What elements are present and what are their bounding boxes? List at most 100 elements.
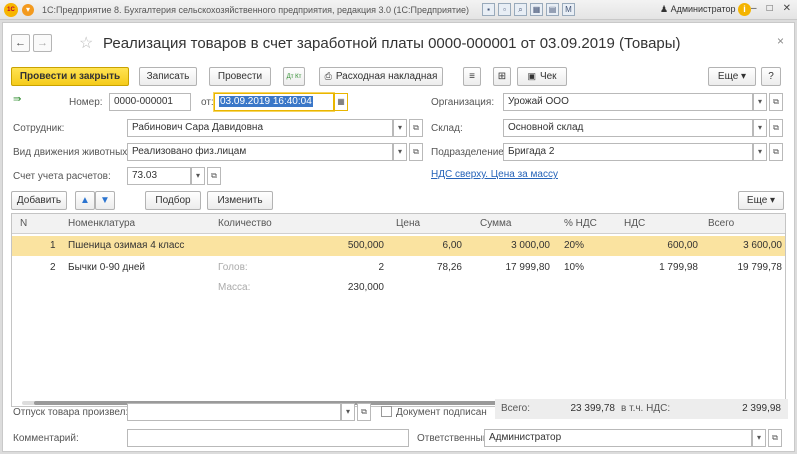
warehouse-dropdown-icon[interactable]: ▾ bbox=[753, 119, 767, 137]
save-button[interactable]: Записать bbox=[139, 67, 197, 86]
account-open-icon[interactable]: ⧉ bbox=[207, 167, 221, 185]
move-down-icon[interactable]: ▼ bbox=[95, 191, 115, 210]
col-nomenclature[interactable]: Номенклатура bbox=[68, 218, 135, 229]
attachment-icon[interactable]: ⇛ bbox=[13, 94, 21, 105]
movement-field[interactable]: Реализовано физ.лицам bbox=[127, 143, 393, 161]
cash-register-icon: ▣ bbox=[527, 71, 536, 81]
account-dropdown-icon[interactable]: ▾ bbox=[191, 167, 205, 185]
save-icon[interactable]: ▪ bbox=[482, 3, 495, 16]
table-row[interactable]: 2 Бычки 0-90 дней Голов: 2 78,26 17 999,… bbox=[12, 258, 785, 302]
main-menu-button[interactable]: ▾ bbox=[22, 3, 34, 16]
row-number: 1 bbox=[50, 240, 56, 251]
table-more-chevron-icon: ▾ bbox=[767, 195, 776, 206]
table-more-label: Еще bbox=[746, 195, 768, 206]
date-field[interactable]: 03.09.2019 16:40:04 bbox=[214, 93, 334, 111]
organization-open-icon[interactable]: ⧉ bbox=[769, 93, 783, 111]
memory-icon[interactable]: M bbox=[562, 3, 575, 16]
released-by-field[interactable] bbox=[127, 403, 341, 421]
calculator-icon[interactable]: ▤ bbox=[546, 3, 559, 16]
division-field[interactable]: Бригада 2 bbox=[503, 143, 753, 161]
calendar-icon[interactable]: ▦ bbox=[530, 3, 543, 16]
change-button[interactable]: Изменить bbox=[207, 191, 273, 210]
help-button[interactable]: ? bbox=[761, 67, 781, 86]
table-row[interactable]: 1 Пшеница озимая 4 класс 500,000 6,00 3 … bbox=[12, 236, 785, 256]
user-name: Администратор bbox=[670, 4, 736, 14]
employee-label: Сотрудник: bbox=[13, 123, 65, 134]
col-sum[interactable]: Сумма bbox=[480, 218, 511, 229]
row-price: 6,00 bbox=[442, 240, 462, 251]
division-dropdown-icon[interactable]: ▾ bbox=[753, 143, 767, 161]
invoice-label: Расходная накладная bbox=[335, 71, 438, 82]
row-total: 19 799,78 bbox=[737, 262, 783, 273]
window-controls: – □ ✕ bbox=[751, 3, 791, 14]
employee-field[interactable]: Рабинович Сара Давидовна bbox=[127, 119, 393, 137]
table-more-button[interactable]: Еще ▾ bbox=[738, 191, 784, 210]
receipt-button[interactable]: ▣ Чек bbox=[517, 67, 567, 86]
app-title: 1С:Предприятие 8. Бухгалтерия сельскохоз… bbox=[42, 4, 470, 15]
post-and-close-button[interactable]: Провести и закрыть bbox=[11, 67, 129, 86]
row-vat: 1 799,98 bbox=[659, 262, 698, 273]
warehouse-field[interactable]: Основной склад bbox=[503, 119, 753, 137]
app-logo-icon: 1С bbox=[4, 2, 18, 17]
number-field[interactable]: 0000-000001 bbox=[109, 93, 191, 111]
info-icon[interactable]: i bbox=[738, 3, 751, 16]
organization-dropdown-icon[interactable]: ▾ bbox=[753, 93, 767, 111]
warehouse-label: Склад: bbox=[431, 123, 463, 134]
vat-settings-link[interactable]: НДС сверху. Цена за массу bbox=[431, 169, 558, 180]
goods-table[interactable]: N Номенклатура Количество Цена Сумма % Н… bbox=[11, 213, 786, 407]
current-user[interactable]: ♟ Администратор bbox=[660, 4, 736, 15]
movement-dropdown-icon[interactable]: ▾ bbox=[393, 143, 407, 161]
post-button[interactable]: Провести bbox=[209, 67, 271, 86]
division-open-icon[interactable]: ⧉ bbox=[769, 143, 783, 161]
forward-button[interactable]: → bbox=[33, 34, 52, 52]
more-label: Еще bbox=[717, 71, 739, 82]
close-app-button[interactable]: ✕ bbox=[783, 3, 791, 14]
row-sum: 17 999,80 bbox=[505, 262, 551, 273]
released-by-open-icon[interactable]: ⧉ bbox=[357, 403, 371, 421]
add-row-button[interactable]: Добавить bbox=[11, 191, 67, 210]
maximize-button[interactable]: □ bbox=[767, 3, 773, 14]
row-heads: 2 bbox=[378, 262, 384, 273]
dtkt-button[interactable]: Дт Кт bbox=[283, 67, 305, 86]
report-icon[interactable]: ≡ bbox=[463, 67, 481, 86]
col-n[interactable]: N bbox=[20, 218, 27, 229]
col-vat-rate[interactable]: % НДС bbox=[564, 218, 597, 229]
organization-field[interactable]: Урожай ООО bbox=[503, 93, 753, 111]
back-button[interactable]: ← bbox=[11, 34, 30, 52]
employee-dropdown-icon[interactable]: ▾ bbox=[393, 119, 407, 137]
vat-total-value: 2 399,98 bbox=[742, 403, 781, 414]
selection-button[interactable]: Подбор bbox=[145, 191, 201, 210]
row-vat: 600,00 bbox=[667, 240, 698, 251]
move-up-icon[interactable]: ▲ bbox=[75, 191, 95, 210]
released-by-dropdown-icon[interactable]: ▾ bbox=[341, 403, 355, 421]
organization-label: Организация: bbox=[431, 97, 495, 108]
more-actions-button[interactable]: Еще ▾ bbox=[708, 67, 756, 86]
structure-icon[interactable]: ⊞ bbox=[493, 67, 511, 86]
favorite-star-icon[interactable]: ☆ bbox=[79, 33, 93, 53]
movement-open-icon[interactable]: ⧉ bbox=[409, 143, 423, 161]
document-signed-checkbox[interactable] bbox=[381, 406, 392, 417]
search-icon[interactable]: ⌕ bbox=[514, 3, 527, 16]
col-total[interactable]: Всего bbox=[708, 218, 734, 229]
document-title: Реализация товаров в счет заработной пла… bbox=[103, 35, 681, 52]
comment-field[interactable] bbox=[127, 429, 409, 447]
warehouse-open-icon[interactable]: ⧉ bbox=[769, 119, 783, 137]
row-total: 3 600,00 bbox=[743, 240, 782, 251]
responsible-field[interactable]: Администратор bbox=[484, 429, 752, 447]
close-form-icon[interactable]: × bbox=[777, 34, 784, 48]
row-name: Бычки 0-90 дней bbox=[68, 262, 145, 273]
document-signed-label: Документ подписан bbox=[396, 407, 487, 418]
account-field[interactable]: 73.03 bbox=[127, 167, 191, 185]
responsible-open-icon[interactable]: ⧉ bbox=[768, 429, 782, 447]
row-mass: 230,000 bbox=[347, 282, 384, 293]
printer-icon: ⎙ bbox=[324, 71, 332, 81]
employee-open-icon[interactable]: ⧉ bbox=[409, 119, 423, 137]
minimize-button[interactable]: – bbox=[751, 3, 757, 14]
calendar-picker-icon[interactable]: ▦ bbox=[334, 93, 348, 111]
print-icon[interactable]: ▫ bbox=[498, 3, 511, 16]
col-vat[interactable]: НДС bbox=[624, 218, 645, 229]
invoice-print-button[interactable]: ⎙ Расходная накладная bbox=[319, 67, 443, 86]
responsible-dropdown-icon[interactable]: ▾ bbox=[752, 429, 766, 447]
col-quantity[interactable]: Количество bbox=[218, 218, 272, 229]
col-price[interactable]: Цена bbox=[396, 218, 420, 229]
